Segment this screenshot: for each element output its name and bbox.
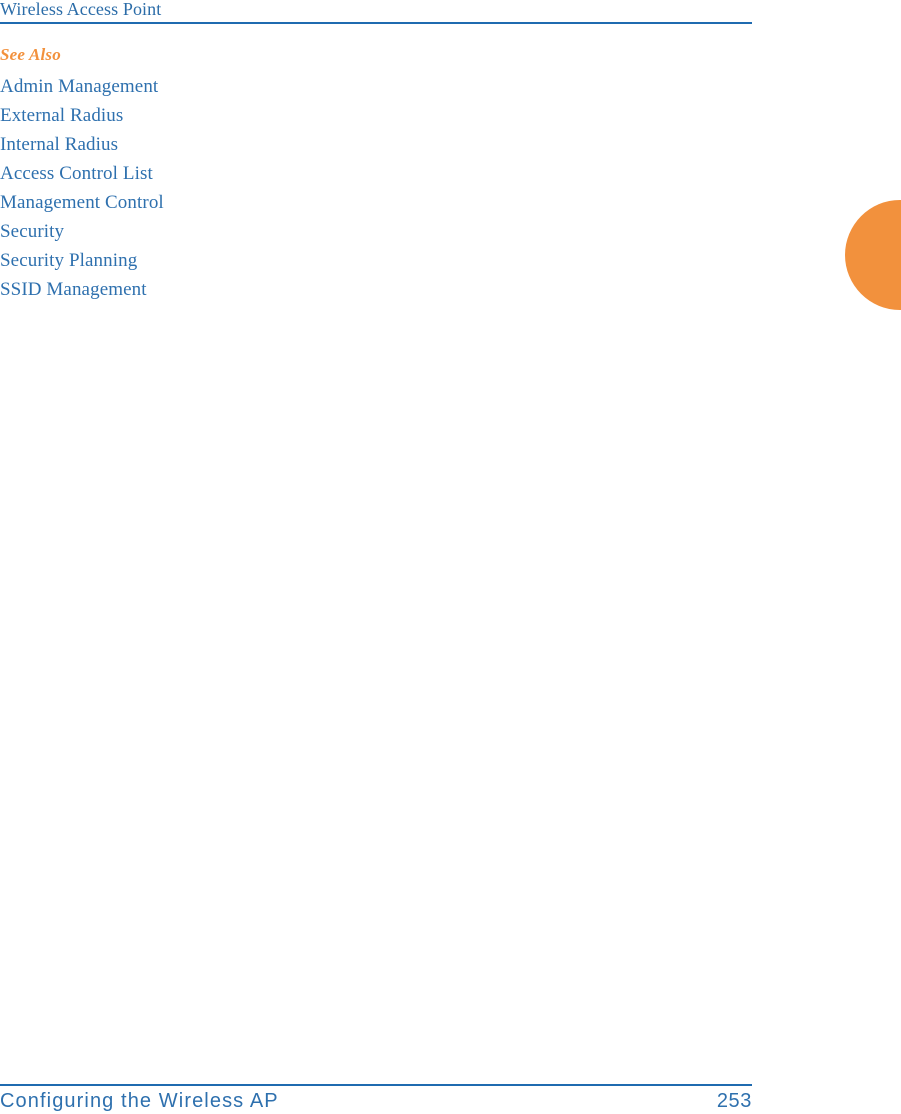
header-divider-rule <box>0 22 752 24</box>
chapter-thumb-tab <box>845 200 901 310</box>
running-header-title: Wireless Access Point <box>0 0 162 19</box>
footer-page-number: 253 <box>716 1090 752 1112</box>
footer-divider-rule <box>0 1084 752 1086</box>
document-page: Wireless Access Point See Also Admin Man… <box>0 0 901 1114</box>
see-also-link-admin-management[interactable]: Admin Management <box>0 72 752 101</box>
see-also-link-security-planning[interactable]: Security Planning <box>0 246 752 275</box>
running-footer: Configuring the Wireless AP 253 <box>0 1084 752 1114</box>
see-also-link-list: Admin Management External Radius Interna… <box>0 72 752 304</box>
see-also-link-access-control-list[interactable]: Access Control List <box>0 159 752 188</box>
footer-chapter-title: Configuring the Wireless AP <box>0 1090 279 1112</box>
see-also-heading: See Also <box>0 45 61 64</box>
see-also-link-management-control[interactable]: Management Control <box>0 188 752 217</box>
see-also-link-ssid-management[interactable]: SSID Management <box>0 275 752 304</box>
see-also-link-internal-radius[interactable]: Internal Radius <box>0 130 752 159</box>
see-also-link-security[interactable]: Security <box>0 217 752 246</box>
footer-row: Configuring the Wireless AP 253 <box>0 1089 752 1113</box>
page-content: See Also Admin Management External Radiu… <box>0 44 752 304</box>
see-also-link-external-radius[interactable]: External Radius <box>0 101 752 130</box>
running-header: Wireless Access Point <box>0 0 752 25</box>
